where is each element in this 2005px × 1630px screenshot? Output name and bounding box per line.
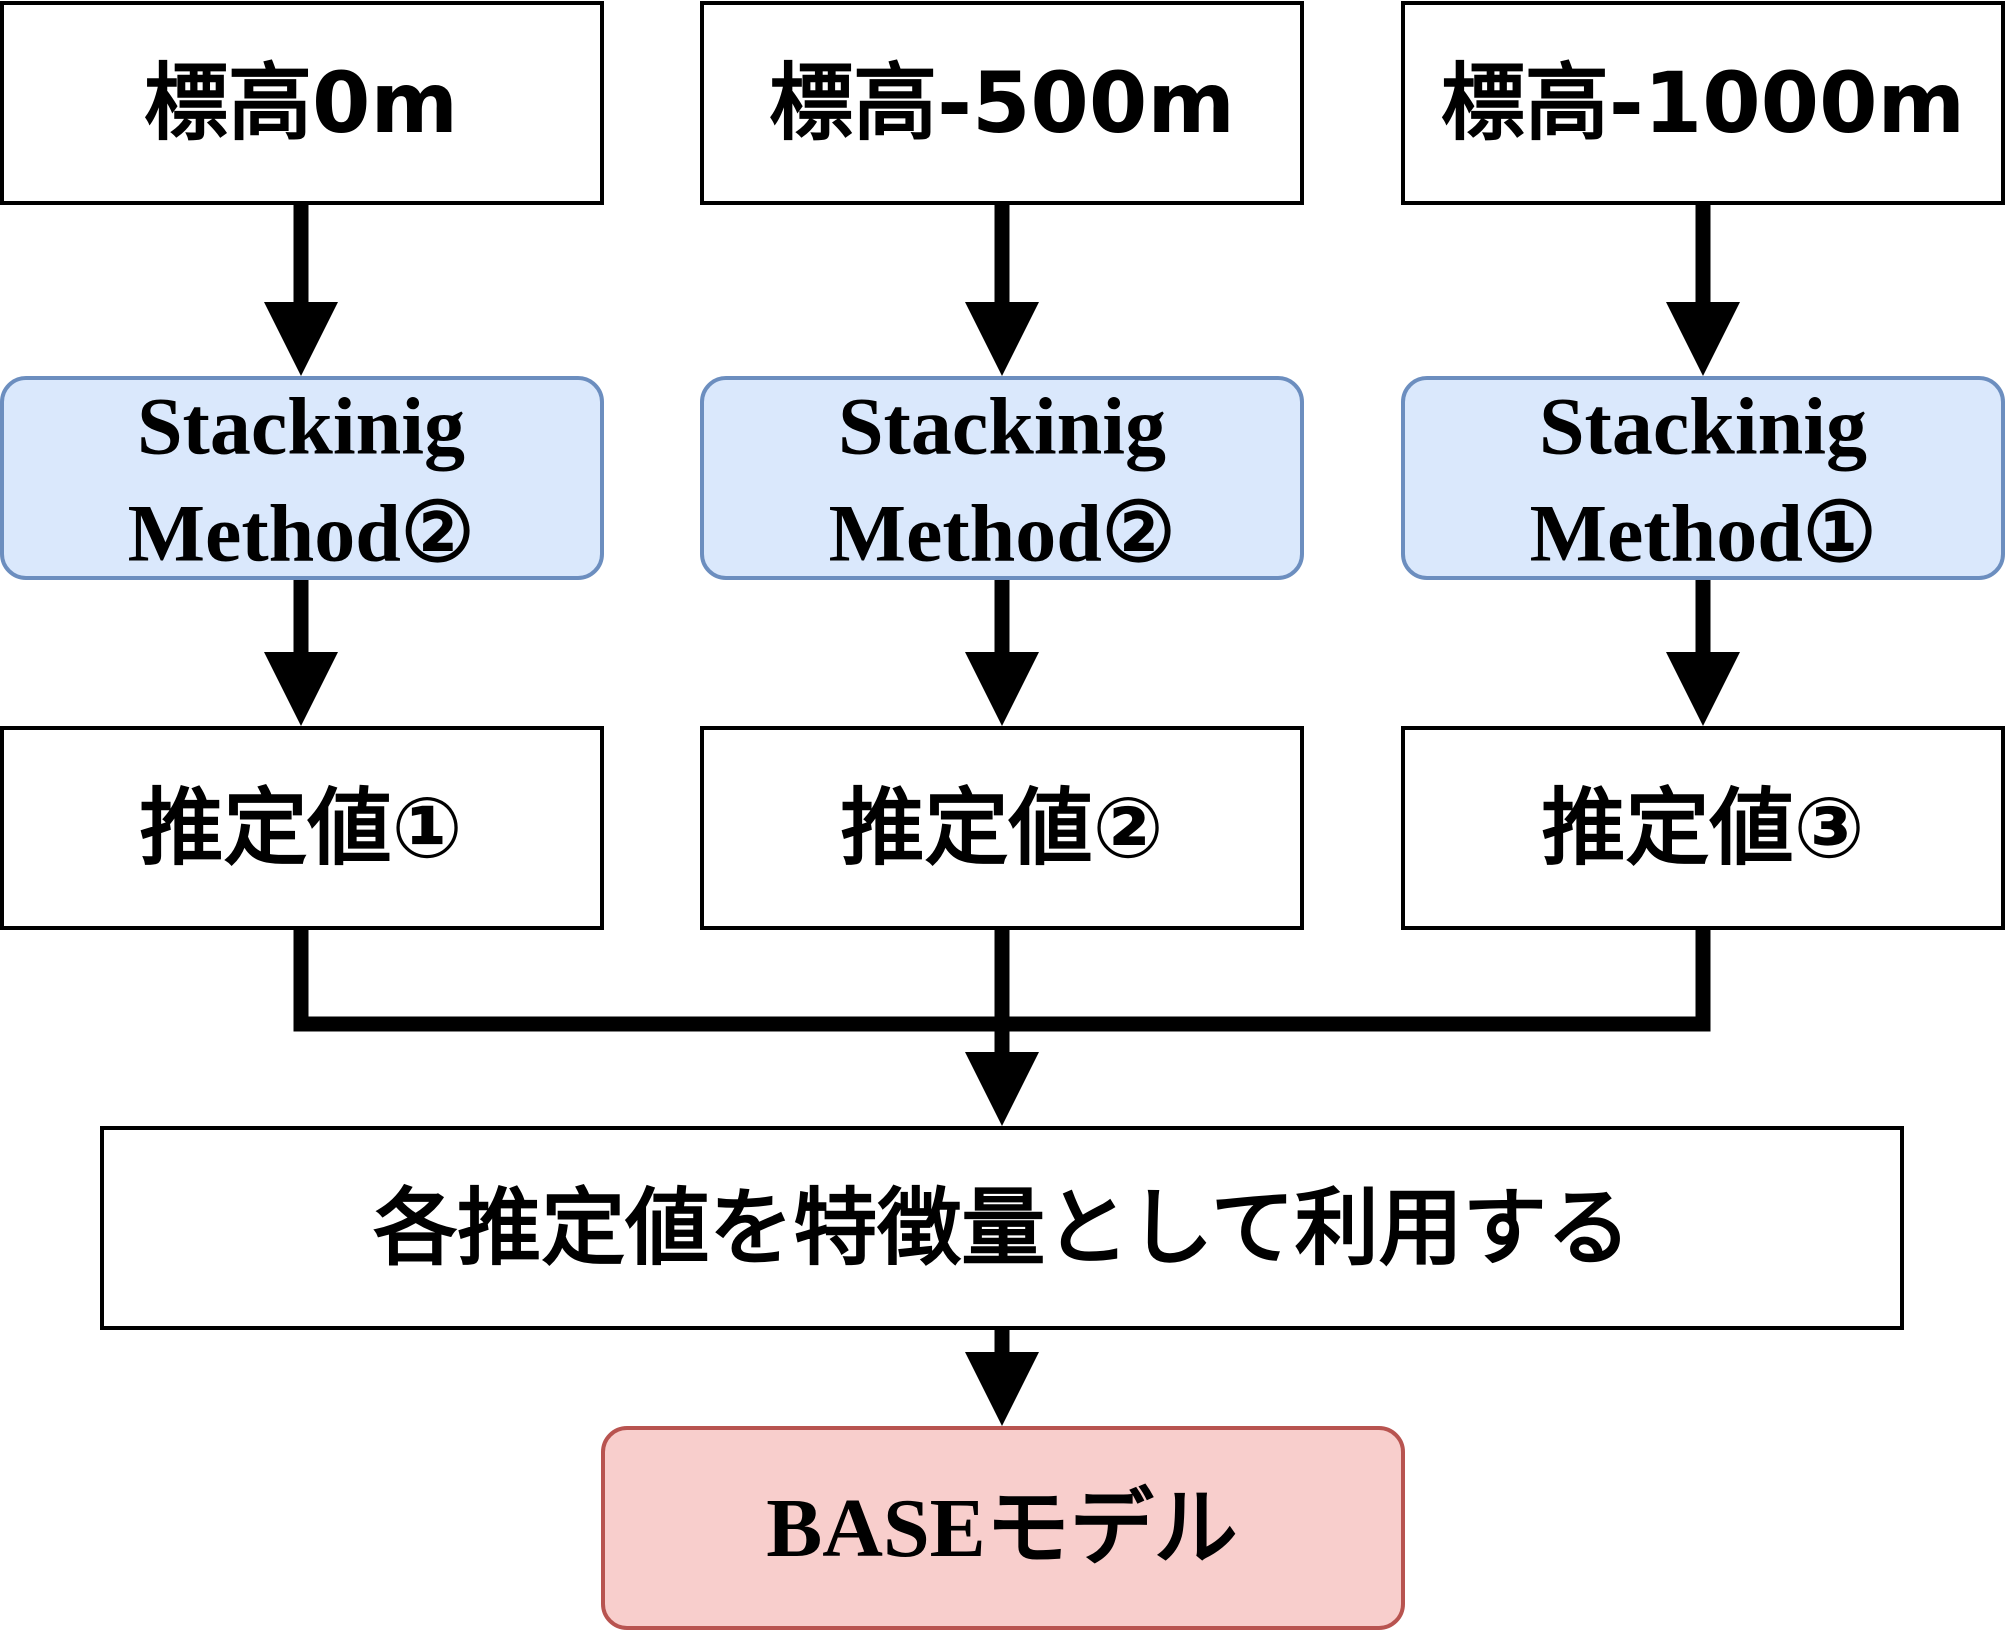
input-box-0m: 標高0m	[0, 1, 604, 205]
estimate-box-2: 推定値②	[700, 726, 1304, 930]
arrow-input-2-to-method-2	[965, 203, 1039, 376]
arrow-input-1-to-method-1	[264, 203, 338, 376]
method-1-line1: Stackinig	[137, 381, 465, 472]
method-3-line1: Stackinig	[1539, 381, 1867, 472]
estimate-label-1: 推定値①	[139, 779, 462, 877]
arrow-method-2-to-estimate-2	[965, 579, 1039, 726]
estimate-box-1: 推定値①	[0, 726, 604, 930]
arrow-combine-to-base	[965, 1329, 1039, 1426]
input-label-0m: 標高0m	[144, 54, 458, 152]
method-2-line2: Method②	[829, 488, 1176, 579]
method-3-line2: Method①	[1530, 488, 1877, 579]
method-box-3: Stackinig Method①	[1401, 376, 2005, 580]
merge-connector	[293, 929, 1711, 1126]
input-label-1000m: 標高-1000m	[1441, 54, 1965, 152]
combine-label: 各推定値を特徴量として利用する	[373, 1179, 1630, 1277]
arrow-method-1-to-estimate-1	[264, 579, 338, 726]
combine-box: 各推定値を特徴量として利用する	[100, 1126, 1904, 1330]
input-box-500m: 標高-500m	[700, 1, 1304, 205]
method-box-2: Stackinig Method②	[700, 376, 1304, 580]
flow-diagram: 標高0m 標高-500m 標高-1000m Stackinig Method② …	[0, 1, 2005, 1630]
input-label-500m: 標高-500m	[769, 54, 1235, 152]
estimate-label-2: 推定値②	[840, 779, 1163, 877]
method-2-line1: Stackinig	[838, 381, 1166, 472]
base-model-label: BASEモデル	[766, 1479, 1237, 1577]
base-model-prefix: BASE	[766, 1482, 985, 1575]
input-box-1000m: 標高-1000m	[1401, 1, 2005, 205]
estimate-box-3: 推定値③	[1401, 726, 2005, 930]
base-model-box: BASEモデル	[601, 1426, 1405, 1630]
arrow-method-3-to-estimate-3	[1666, 579, 1740, 726]
base-model-suffix: モデル	[986, 1479, 1238, 1577]
method-1-line2: Method②	[128, 488, 475, 579]
estimate-label-3: 推定値③	[1541, 779, 1864, 877]
arrow-input-3-to-method-3	[1666, 203, 1740, 376]
method-box-1: Stackinig Method②	[0, 376, 604, 580]
